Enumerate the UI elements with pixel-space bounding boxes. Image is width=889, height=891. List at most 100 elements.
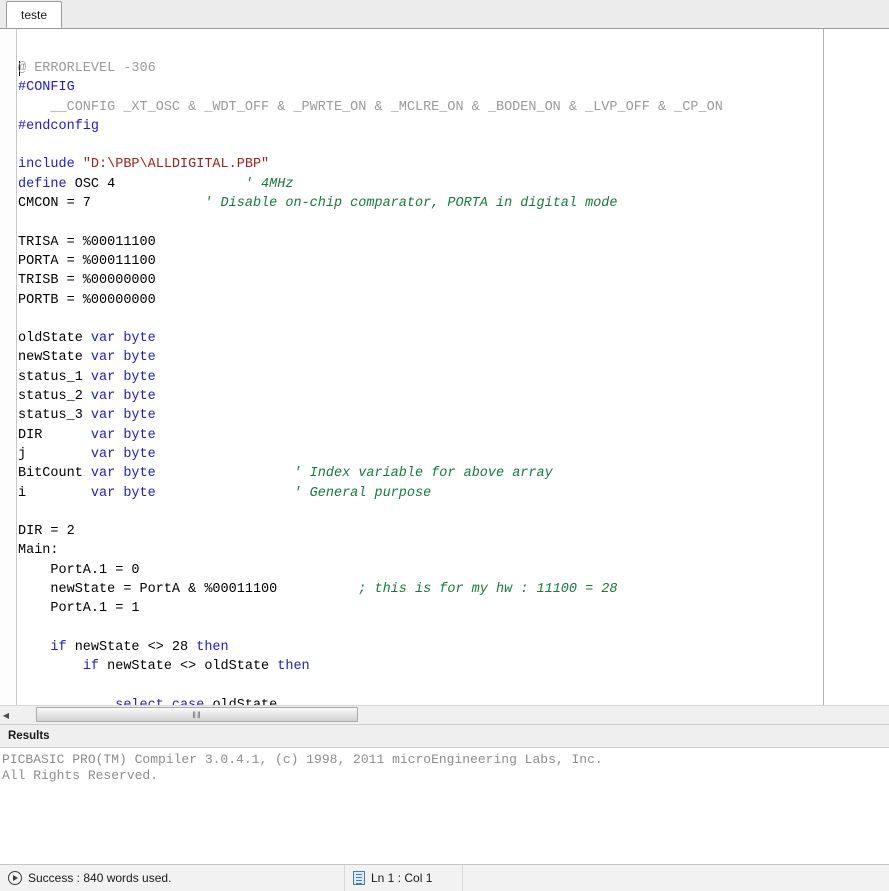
code-line <box>18 213 889 232</box>
code-token: var byte <box>91 486 156 501</box>
code-token: ; this is for my hw : 11100 = 28 <box>358 582 617 597</box>
code-line: status_3 var byte <box>18 406 889 425</box>
code-token <box>156 466 294 481</box>
scrollbar-track[interactable]: ‖‖ <box>12 706 889 724</box>
code-line: TRISA = %00011100 <box>18 233 889 252</box>
code-token: ' Index variable for above array <box>293 466 552 481</box>
code-token: PORTB = %00000000 <box>18 293 156 308</box>
code-token <box>115 177 245 192</box>
results-output-text: PICBASIC PRO(TM) Compiler 3.0.4.1, (c) 1… <box>0 752 889 784</box>
code-token: TRISB = %00000000 <box>18 273 156 288</box>
code-token: __CONFIG _XT_OSC & _WDT_OFF & _PWRTE_ON … <box>18 100 723 115</box>
code-token: DIR = 2 <box>18 524 75 539</box>
code-token: then <box>196 640 228 655</box>
tab-teste[interactable]: teste <box>6 1 62 28</box>
code-line: select case oldState <box>18 696 889 705</box>
code-token: newState <> 28 <box>67 640 197 655</box>
code-line: Main: <box>18 541 889 560</box>
ide-window: teste @ ERRORLEVEL -306 #CONFIG __CONFIG … <box>0 0 889 891</box>
code-token: include <box>18 157 83 172</box>
code-line: #CONFIG <box>18 78 889 97</box>
code-token <box>18 640 50 655</box>
code-line: BitCount var byte ' Index variable for a… <box>18 464 889 483</box>
code-token: var byte <box>91 428 156 443</box>
code-token: PORTA = %00011100 <box>18 254 156 269</box>
code-line: define OSC 4 ' 4MHz <box>18 175 889 194</box>
code-editor[interactable]: @ ERRORLEVEL -306 #CONFIG __CONFIG _XT_OS… <box>0 29 889 705</box>
editor-tabstrip: teste <box>0 0 889 29</box>
editor-horizontal-scrollbar[interactable]: ◀ ‖‖ <box>0 705 889 724</box>
code-line: status_1 var byte <box>18 368 889 387</box>
code-token: var byte <box>91 466 156 481</box>
code-token: select case <box>115 698 204 705</box>
code-line: DIR = 2 <box>18 522 889 541</box>
code-token: var byte <box>91 447 156 462</box>
code-token: ' 4MHz <box>245 177 294 192</box>
code-line: PORTB = %00000000 <box>18 291 889 310</box>
code-line: oldState var byte <box>18 329 889 348</box>
code-line: PORTA = %00011100 <box>18 252 889 271</box>
code-line <box>18 310 889 329</box>
cursor-position-text: Ln 1 : Col 1 <box>371 871 432 885</box>
code-line: j var byte <box>18 445 889 464</box>
compile-status-text: Success : 840 words used. <box>28 871 171 885</box>
code-line: __CONFIG _XT_OSC & _WDT_OFF & _PWRTE_ON … <box>18 98 889 117</box>
code-token: TRISA = %00011100 <box>18 235 156 250</box>
code-line: DIR var byte <box>18 426 889 445</box>
code-token: #CONFIG <box>18 80 75 95</box>
code-line: TRISB = %00000000 <box>18 271 889 290</box>
status-cell-position: Ln 1 : Col 1 <box>345 865 463 891</box>
code-token: ' General purpose <box>293 486 431 501</box>
code-token: var byte <box>91 408 156 423</box>
code-token: then <box>277 659 309 674</box>
code-token: status_3 <box>18 408 91 423</box>
code-token: newState <> oldState <box>99 659 277 674</box>
code-token: oldState <box>18 331 91 346</box>
code-token <box>18 659 83 674</box>
code-token: BitCount <box>18 466 91 481</box>
code-token: var byte <box>91 370 156 385</box>
code-line: newState = PortA & %00011100 ; this is f… <box>18 580 889 599</box>
code-line: #endconfig <box>18 117 889 136</box>
code-line <box>18 503 889 522</box>
code-token <box>91 196 204 211</box>
code-token: oldState <box>204 698 277 705</box>
code-line: if newState <> 28 then <box>18 638 889 657</box>
code-line <box>18 677 889 696</box>
code-token: var byte <box>91 350 156 365</box>
code-token: newState <box>18 350 91 365</box>
code-line: i var byte ' General purpose <box>18 484 889 503</box>
code-token: var byte <box>91 331 156 346</box>
code-line: CMCON = 7 ' Disable on-chip comparator, … <box>18 194 889 213</box>
code-token: newState = PortA & %00011100 <box>18 582 277 597</box>
code-token <box>277 582 358 597</box>
code-token: PortA.1 = 1 <box>18 601 140 616</box>
scroll-left-arrow-icon[interactable]: ◀ <box>0 706 12 724</box>
code-line <box>18 619 889 638</box>
code-line: if newState <> oldState then <box>18 657 889 676</box>
code-line: PortA.1 = 0 <box>18 561 889 580</box>
code-line: @ ERRORLEVEL -306 <box>18 59 889 78</box>
scrollbar-thumb[interactable]: ‖‖ <box>36 707 358 722</box>
results-panel-body[interactable]: PICBASIC PRO(TM) Compiler 3.0.4.1, (c) 1… <box>0 748 889 864</box>
results-panel-header: Results <box>0 724 889 748</box>
code-token <box>18 698 115 705</box>
status-cell-compile: Success : 840 words used. <box>0 865 345 891</box>
editor-gutter <box>0 29 17 705</box>
code-token: Main: <box>18 543 59 558</box>
code-line: include "D:\PBP\ALLDIGITAL.PBP" <box>18 155 889 174</box>
code-token: if <box>83 659 99 674</box>
source-code[interactable]: @ ERRORLEVEL -306 #CONFIG __CONFIG _XT_OS… <box>18 59 889 705</box>
status-cell-spacer <box>463 865 889 891</box>
document-icon <box>353 871 365 885</box>
code-token: @ ERRORLEVEL -306 <box>18 61 156 76</box>
code-token: j <box>18 447 91 462</box>
code-token: status_1 <box>18 370 91 385</box>
code-token: PortA.1 = 0 <box>18 563 140 578</box>
code-token: i <box>18 486 91 501</box>
code-token: var byte <box>91 389 156 404</box>
code-token: OSC 4 <box>75 177 116 192</box>
code-line: status_2 var byte <box>18 387 889 406</box>
code-token <box>156 486 294 501</box>
status-bar: Success : 840 words used. Ln 1 : Col 1 <box>0 864 889 891</box>
